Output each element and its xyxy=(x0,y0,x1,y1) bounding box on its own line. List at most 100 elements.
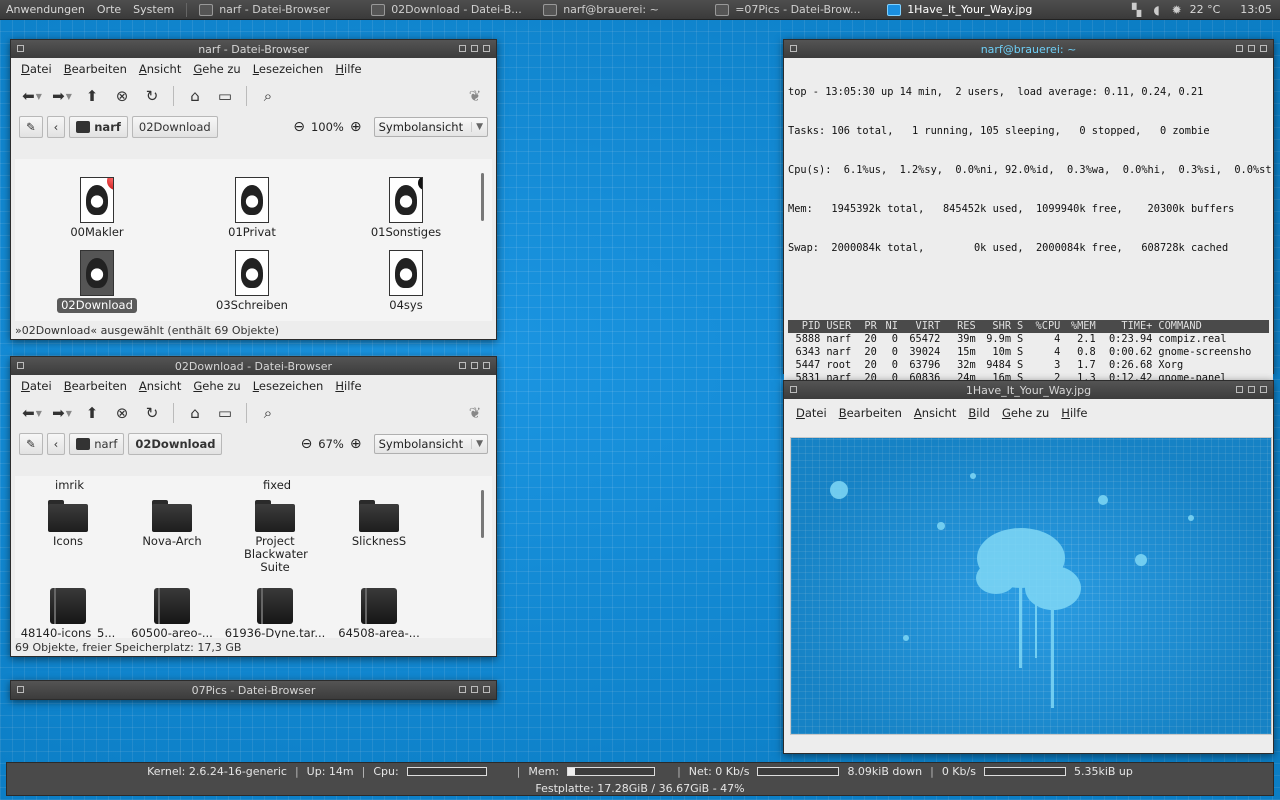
view-selector[interactable]: Symbolansicht ▼ xyxy=(373,117,488,137)
path-download-button[interactable]: 02Download xyxy=(131,116,218,138)
window-menu-icon[interactable] xyxy=(17,45,24,52)
weather-temperature[interactable]: 22 °C xyxy=(1190,3,1221,16)
menu-go[interactable]: Gehe zu xyxy=(187,379,246,393)
menu-system[interactable]: System xyxy=(127,3,180,16)
menu-view[interactable]: Ansicht xyxy=(133,379,187,393)
menu-edit[interactable]: Bearbeiten xyxy=(58,62,133,76)
home-button[interactable]: ⌂ xyxy=(182,401,208,425)
toggle-location-button[interactable]: ✎ xyxy=(19,433,43,455)
icon-view[interactable]: 00Makler 01Privat 01Sonstiges 02Download… xyxy=(15,159,492,321)
folder-item[interactable]: 03Schreiben xyxy=(197,250,307,313)
folder-item[interactable]: 01Sonstiges xyxy=(351,177,461,240)
sun-icon[interactable]: ✹ xyxy=(1170,3,1184,17)
archive-item[interactable]: 64508-area-... xyxy=(324,588,434,638)
forward-button[interactable]: ➡ ▼ xyxy=(49,401,75,425)
path-narf-button[interactable]: narf xyxy=(69,116,128,138)
minimize-icon[interactable] xyxy=(459,45,466,52)
volume-icon[interactable]: ◖ xyxy=(1150,3,1164,17)
back-button[interactable]: ⬅ ▼ xyxy=(19,84,45,108)
menu-file[interactable]: Datei xyxy=(15,379,58,393)
clock[interactable]: 13:05 xyxy=(1240,3,1272,16)
maximize-icon[interactable] xyxy=(1248,45,1255,52)
icon-view[interactable]: imrik fixed Icons Nova-Arch Project Blac… xyxy=(15,476,492,638)
zoom-in-icon[interactable]: ⊕ xyxy=(350,119,362,135)
minimize-icon[interactable] xyxy=(1236,386,1243,393)
view-selector[interactable]: Symbolansicht ▼ xyxy=(373,434,488,454)
folder-item[interactable]: Nova-Arch xyxy=(117,500,227,549)
close-icon[interactable] xyxy=(1260,386,1267,393)
minimize-icon[interactable] xyxy=(1236,45,1243,52)
close-icon[interactable] xyxy=(483,362,490,369)
image-canvas[interactable] xyxy=(790,437,1272,735)
folder-item[interactable]: Project Blackwater Suite xyxy=(220,500,330,575)
titlebar[interactable]: narf@brauerei: ~ xyxy=(784,40,1273,58)
stop-button[interactable]: ⊗ xyxy=(109,401,135,425)
back-button[interactable]: ⬅ ▼ xyxy=(19,401,45,425)
up-button[interactable]: ⬆ xyxy=(79,84,105,108)
titlebar[interactable]: 1Have_It_Your_Way.jpg xyxy=(784,381,1273,399)
folder-item[interactable]: 04sys xyxy=(351,250,461,313)
folder-item[interactable]: SlicknesS xyxy=(324,500,434,549)
menu-file[interactable]: Datei xyxy=(15,62,58,76)
menu-help[interactable]: Hilfe xyxy=(329,379,367,393)
maximize-icon[interactable] xyxy=(471,362,478,369)
menu-view[interactable]: Ansicht xyxy=(908,406,962,420)
toggle-location-button[interactable]: ✎ xyxy=(19,116,43,138)
scrollbar-thumb[interactable] xyxy=(481,173,484,221)
folder-item-selected[interactable]: 02Download xyxy=(42,250,152,313)
folder-item[interactable]: 01Privat xyxy=(197,177,307,240)
scrollbar-thumb[interactable] xyxy=(481,490,484,538)
maximize-icon[interactable] xyxy=(471,686,478,693)
menu-edit[interactable]: Bearbeiten xyxy=(833,406,908,420)
menu-places[interactable]: Orte xyxy=(91,3,127,16)
zoom-out-icon[interactable]: ⊖ xyxy=(301,436,313,452)
path-back-button[interactable]: ‹ xyxy=(46,433,66,455)
archive-item[interactable]: 61936-Dyne.tar... xyxy=(220,588,330,638)
up-button[interactable]: ⬆ xyxy=(79,401,105,425)
path-back-button[interactable]: ‹ xyxy=(46,116,66,138)
menu-applications[interactable]: Anwendungen xyxy=(0,3,91,16)
stop-button[interactable]: ⊗ xyxy=(109,84,135,108)
close-icon[interactable] xyxy=(483,45,490,52)
titlebar[interactable]: 02Download - Datei-Browser xyxy=(11,357,496,375)
zoom-out-icon[interactable]: ⊖ xyxy=(293,119,305,135)
task-pics-browser[interactable]: =07Pics - Datei-Brow... xyxy=(709,3,881,16)
path-narf-button[interactable]: narf xyxy=(69,433,125,455)
window-menu-icon[interactable] xyxy=(790,45,797,52)
task-terminal[interactable]: narf@brauerei: ~ xyxy=(537,3,709,16)
computer-button[interactable]: ▭ xyxy=(212,401,238,425)
reload-button[interactable]: ↻ xyxy=(139,401,165,425)
window-menu-icon[interactable] xyxy=(790,386,797,393)
minimize-icon[interactable] xyxy=(459,686,466,693)
archive-item[interactable]: 60500-areo-... xyxy=(117,588,227,638)
maximize-icon[interactable] xyxy=(1248,386,1255,393)
computer-button[interactable]: ▭ xyxy=(212,84,238,108)
menu-edit[interactable]: Bearbeiten xyxy=(58,379,133,393)
folder-item[interactable]: Icons xyxy=(15,500,123,549)
maximize-icon[interactable] xyxy=(471,45,478,52)
menu-bookmarks[interactable]: Lesezeichen xyxy=(247,62,330,76)
zoom-in-icon[interactable]: ⊕ xyxy=(350,436,362,452)
path-download-button[interactable]: 02Download xyxy=(128,433,223,455)
menu-file[interactable]: Datei xyxy=(790,406,833,420)
home-button[interactable]: ⌂ xyxy=(182,84,208,108)
titlebar[interactable]: 07Pics - Datei-Browser xyxy=(11,681,496,699)
task-image-viewer[interactable]: 1Have_It_Your_Way.jpg xyxy=(881,3,1053,16)
menu-go[interactable]: Gehe zu xyxy=(187,62,246,76)
task-narf-browser[interactable]: narf - Datei-Browser xyxy=(193,3,365,16)
minimize-icon[interactable] xyxy=(459,362,466,369)
menu-image[interactable]: Bild xyxy=(962,406,996,420)
close-icon[interactable] xyxy=(1260,45,1267,52)
menu-help[interactable]: Hilfe xyxy=(329,62,367,76)
forward-button[interactable]: ➡ ▼ xyxy=(49,84,75,108)
close-icon[interactable] xyxy=(483,686,490,693)
reload-button[interactable]: ↻ xyxy=(139,84,165,108)
menu-go[interactable]: Gehe zu xyxy=(996,406,1055,420)
search-button[interactable]: ⌕ xyxy=(255,401,281,425)
menu-bookmarks[interactable]: Lesezeichen xyxy=(247,379,330,393)
folder-item[interactable]: 00Makler xyxy=(42,177,152,240)
window-menu-icon[interactable] xyxy=(17,362,24,369)
search-button[interactable]: ⌕ xyxy=(255,84,281,108)
menu-view[interactable]: Ansicht xyxy=(133,62,187,76)
menu-help[interactable]: Hilfe xyxy=(1055,406,1093,420)
